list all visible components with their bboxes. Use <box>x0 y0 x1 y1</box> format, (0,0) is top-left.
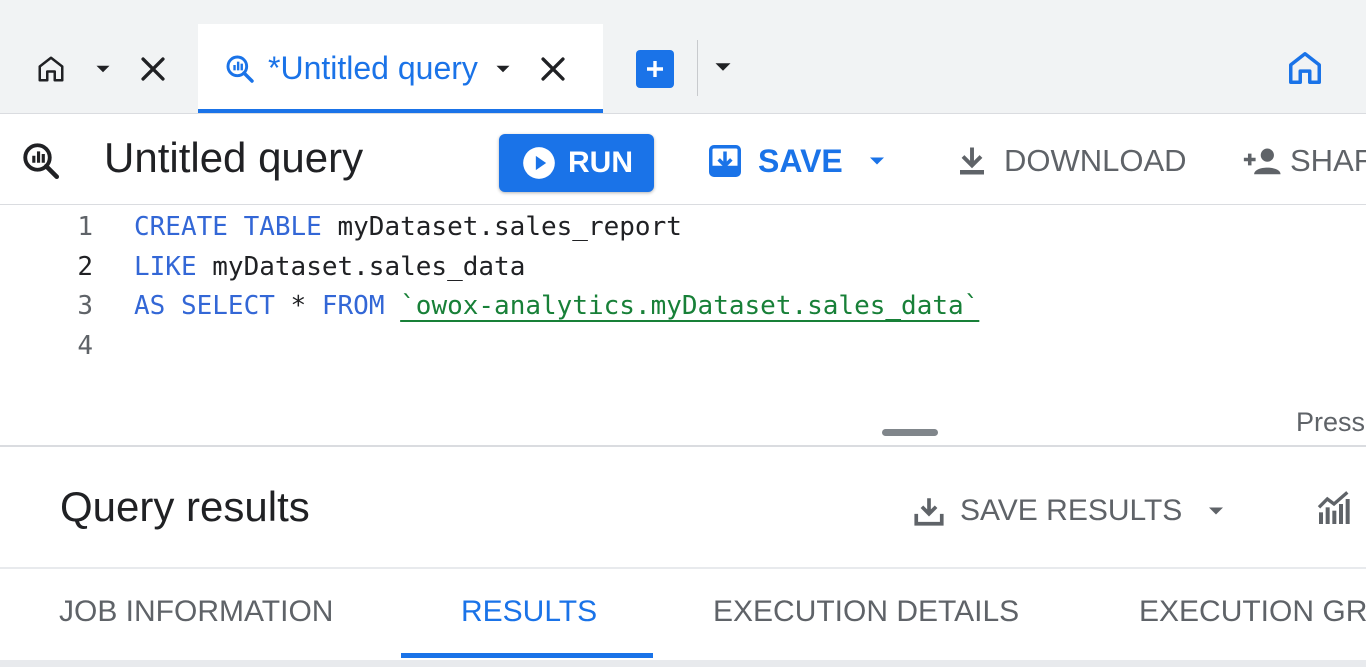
query-title: Untitled query <box>104 134 364 181</box>
save-icon <box>706 142 744 180</box>
share-button[interactable]: SHAR <box>1238 136 1366 186</box>
line-gutter: 1 2 3 4 <box>0 205 130 403</box>
explore-data-chart-icon[interactable] <box>1314 489 1354 529</box>
query-icon <box>224 53 256 85</box>
chevron-down-icon[interactable] <box>90 56 116 82</box>
download-icon <box>954 143 990 179</box>
line-number: 3 <box>77 291 93 321</box>
tab-close-icon[interactable] <box>536 52 570 86</box>
save-results-chevron-down-icon <box>1202 497 1230 525</box>
plus-icon <box>643 57 667 81</box>
close-icon[interactable] <box>136 52 170 86</box>
run-button[interactable]: RUN <box>499 134 654 192</box>
play-circle-icon <box>520 144 558 182</box>
code-line-1[interactable]: CREATE TABLE myDataset.sales_report <box>134 207 682 247</box>
tab-execution-details[interactable]: EXECUTION DETAILS <box>713 595 1019 629</box>
tab-title: *Untitled query <box>268 50 478 86</box>
sql-identifier: myDataset.sales_data <box>196 252 526 282</box>
tab-job-information[interactable]: JOB INFORMATION <box>59 595 333 629</box>
save-chevron-down-icon[interactable] <box>863 147 891 175</box>
save-label: SAVE <box>758 142 843 179</box>
download-label: DOWNLOAD <box>1004 143 1187 178</box>
line-number: 4 <box>77 331 93 361</box>
results-active-tab-indicator <box>401 653 653 658</box>
sql-table-reference[interactable]: `owox-analytics.myDataset.sales_data` <box>400 291 979 321</box>
tab-execution-graph[interactable]: EXECUTION GRA <box>1139 595 1366 629</box>
tab-menu-chevron-icon[interactable] <box>708 52 738 82</box>
query-toolbar: Untitled query RUN SAVE DOWNLOAD SHAR <box>0 114 1366 205</box>
code-line-3[interactable]: AS SELECT * FROM `owox-analytics.myDatas… <box>134 286 979 326</box>
tab-results[interactable]: RESULTS <box>461 595 597 629</box>
editor-hint: Press <box>1296 407 1366 437</box>
sql-identifier: myDataset.sales_report <box>321 212 682 242</box>
tab-untitled-query[interactable]: *Untitled query <box>198 24 603 113</box>
results-tabs: JOB INFORMATION RESULTS EXECUTION DETAIL… <box>0 569 1366 667</box>
results-tabs-divider <box>0 660 1366 667</box>
add-person-icon <box>1238 143 1282 179</box>
save-results-label: SAVE RESULTS <box>960 494 1183 527</box>
new-tab-button[interactable] <box>636 50 674 88</box>
save-button[interactable]: SAVE <box>706 136 891 186</box>
save-results-button[interactable]: SAVE RESULTS <box>912 487 1230 535</box>
line-number: 2 <box>77 252 93 282</box>
query-editor-icon <box>20 140 62 182</box>
tab-separator <box>697 40 698 96</box>
run-label: RUN <box>568 146 633 179</box>
sql-keyword: AS SELECT <box>134 291 275 321</box>
code-line-2[interactable]: LIKE myDataset.sales_data <box>134 247 525 287</box>
download-button[interactable]: DOWNLOAD <box>954 136 1187 186</box>
sql-keyword: FROM <box>321 291 385 321</box>
sql-space <box>384 291 400 321</box>
sql-keyword: CREATE TABLE <box>134 212 322 242</box>
save-results-icon <box>912 494 946 528</box>
home-icon[interactable] <box>36 54 66 84</box>
editor-resize-handle[interactable] <box>882 429 938 436</box>
results-header: Query results SAVE RESULTS <box>0 447 1366 567</box>
line-number: 1 <box>77 212 93 242</box>
sql-editor[interactable]: 1 2 3 4 CREATE TABLE myDataset.sales_rep… <box>0 205 1366 447</box>
tab-chevron-down-icon[interactable] <box>490 56 516 82</box>
sql-operator: * <box>274 291 322 321</box>
share-label: SHAR <box>1290 143 1366 178</box>
home-icon-right[interactable] <box>1285 48 1325 88</box>
results-title: Query results <box>60 483 310 530</box>
tab-home[interactable] <box>0 24 196 113</box>
active-tab-indicator <box>198 109 603 113</box>
sql-keyword: LIKE <box>134 252 197 282</box>
tab-bar: *Untitled query <box>0 0 1366 114</box>
